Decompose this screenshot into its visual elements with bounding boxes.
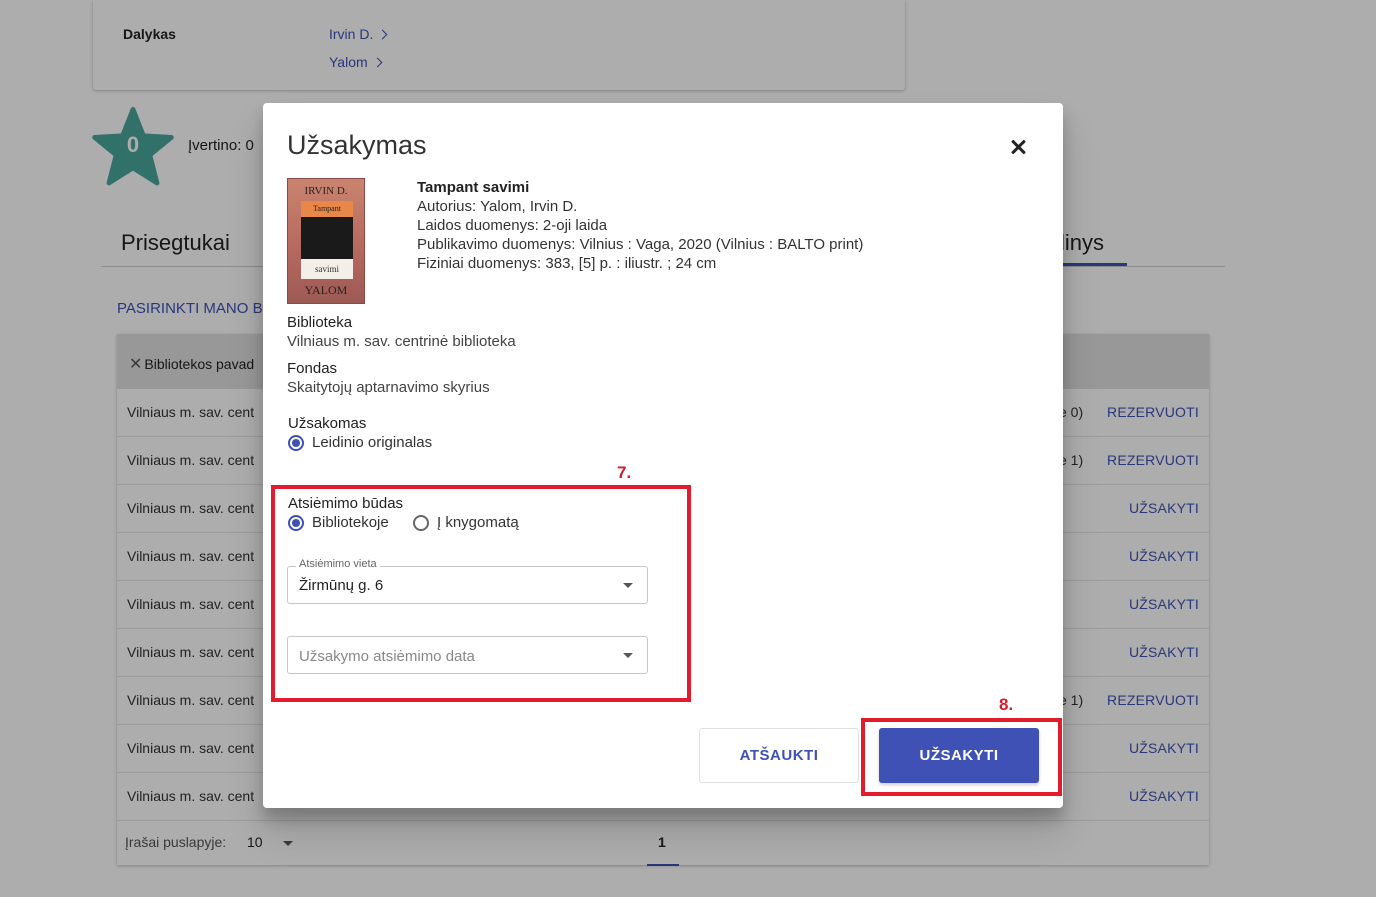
library-label: Biblioteka — [287, 314, 353, 331]
book-details: Tampant savimi Autorius: Yalom, Irvin D.… — [417, 178, 863, 273]
dialog-title: Užsakymas — [287, 130, 427, 160]
original-radio[interactable] — [288, 435, 304, 451]
book-physical: Fiziniai duomenys: 383, [5] p. : iliustr… — [417, 255, 717, 272]
annotation-box-8 — [861, 718, 1062, 796]
annotation-step-8: 8. — [999, 695, 1014, 714]
book-publication: Publikavimo duomenys: Vilnius : Vaga, 20… — [417, 236, 864, 253]
annotation-box-7 — [271, 485, 691, 702]
original-radio-label: Leidinio originalas — [312, 434, 433, 451]
order-dialog: Užsakymas IRVIN D. Tampant savimi YALOM … — [263, 103, 1063, 808]
fund-label: Fondas — [287, 360, 338, 377]
annotation-step-7: 7. — [617, 463, 632, 482]
close-icon[interactable] — [1007, 136, 1029, 158]
library-value: Vilniaus m. sav. centrinė biblioteka — [287, 333, 516, 350]
book-cover-image: IRVIN D. Tampant savimi YALOM — [287, 178, 365, 304]
book-author: Autorius: Yalom, Irvin D. — [417, 198, 578, 215]
book-title: Tampant savimi — [417, 179, 530, 196]
ordering-label: Užsakomas — [288, 415, 367, 432]
fund-value: Skaitytojų aptarnavimo skyrius — [287, 379, 490, 396]
book-edition: Laidos duomenys: 2-oji laida — [417, 217, 608, 234]
cancel-button[interactable]: ATŠAUKTI — [699, 728, 859, 783]
